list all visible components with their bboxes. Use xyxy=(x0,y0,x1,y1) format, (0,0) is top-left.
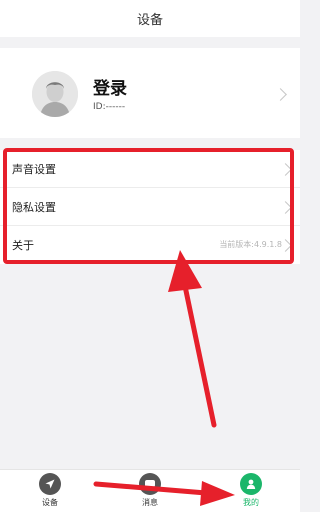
default-avatar-icon xyxy=(32,71,78,117)
tab-mine[interactable]: 我的 xyxy=(221,473,281,511)
tab-messages[interactable]: 消息 xyxy=(120,473,180,511)
tab-devices-label: 设备 xyxy=(42,498,58,507)
message-icon xyxy=(139,473,161,495)
navigation-icon xyxy=(39,473,61,495)
user-id: ID:------ xyxy=(93,102,126,112)
login-title[interactable]: 登录 xyxy=(93,74,127,99)
page-header: 设备 xyxy=(0,0,300,37)
user-icon xyxy=(240,473,262,495)
page-title: 设备 xyxy=(136,13,163,28)
profile-card[interactable]: 登录 ID:------ xyxy=(0,48,300,138)
tab-devices[interactable]: 设备 xyxy=(20,473,80,511)
chevron-right-icon xyxy=(274,88,287,101)
tab-messages-label: 消息 xyxy=(142,498,158,507)
tab-mine-label: 我的 xyxy=(243,498,259,507)
tab-bar: 设备 消息 我的 xyxy=(0,469,300,512)
annotation-highlight-box xyxy=(3,148,294,264)
annotation-arrow-up xyxy=(182,283,217,428)
avatar[interactable] xyxy=(32,71,78,117)
